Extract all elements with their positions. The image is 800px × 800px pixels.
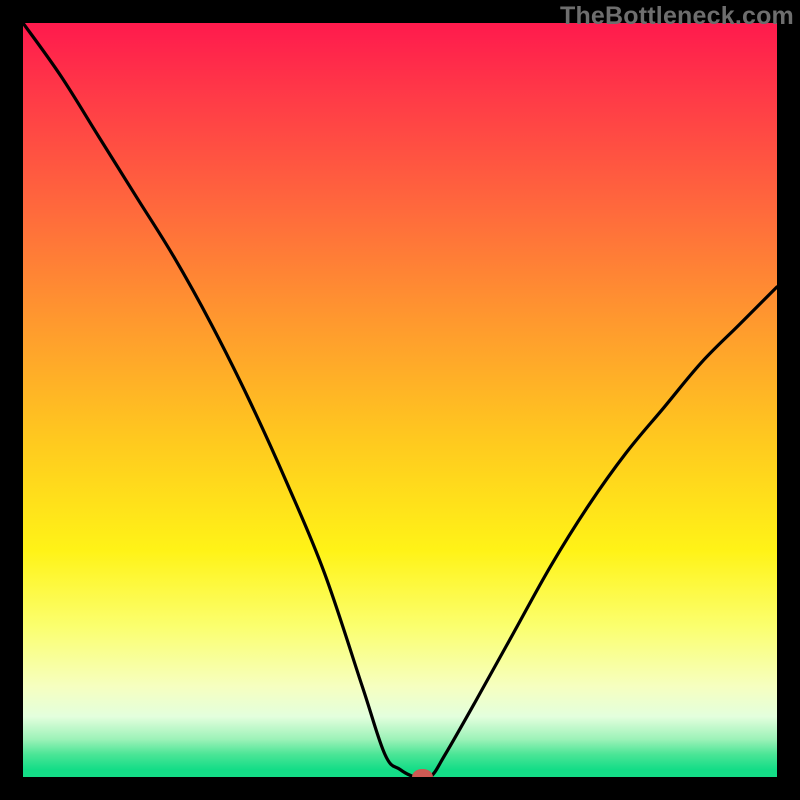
chart-frame: TheBottleneck.com	[0, 0, 800, 800]
watermark-text: TheBottleneck.com	[560, 2, 794, 31]
plot-area	[23, 23, 777, 777]
curve-layer	[23, 23, 777, 777]
bottleneck-curve	[23, 23, 777, 777]
